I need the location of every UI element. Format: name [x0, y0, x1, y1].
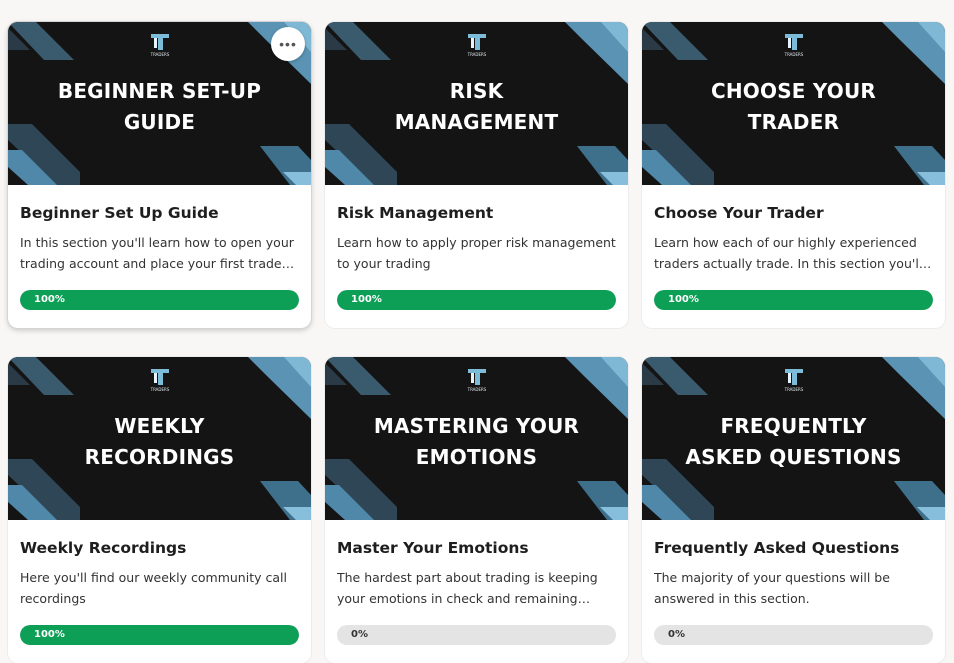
progress-bar: 100%	[337, 290, 616, 310]
course-banner[interactable]: TRADERS MASTERING YOUR EMOTIONS	[325, 357, 628, 520]
brand-logo-icon: TRADERS	[466, 34, 486, 57]
banner-title: RISK MANAGEMENT	[394, 79, 559, 134]
progress-bar: 0%	[654, 625, 933, 645]
course-description: Learn how each of our highly experienced…	[654, 235, 923, 271]
course-card[interactable]: TRADERS BEGINNER SET-UP GUIDE ••• Beginn…	[8, 22, 311, 328]
course-card[interactable]: TRADERS MASTERING YOUR EMOTIONS Master Y…	[325, 357, 628, 663]
banner-title: CHOOSE YOUR TRADER	[710, 79, 877, 134]
card-body: Weekly Recordings Here you'll find our w…	[8, 538, 311, 645]
progress-label: 100%	[668, 294, 699, 305]
brand-logo-text: TRADERS	[783, 387, 803, 392]
brand-logo-icon: TRADERS	[466, 369, 486, 392]
progress-label: 100%	[34, 629, 65, 640]
course-banner[interactable]: TRADERS BEGINNER SET-UP GUIDE •••	[8, 22, 311, 185]
course-title[interactable]: Weekly Recordings	[20, 538, 299, 558]
course-banner[interactable]: TRADERS WEEKLY RECORDINGS	[8, 357, 311, 520]
progress-bar: 0%	[337, 625, 616, 645]
progress-bar: 100%	[20, 290, 299, 310]
course-title[interactable]: Choose Your Trader	[654, 203, 933, 223]
brand-logo-icon: TRADERS	[149, 34, 169, 57]
course-title[interactable]: Beginner Set Up Guide	[20, 203, 299, 223]
progress-label: 100%	[34, 294, 65, 305]
banner-title: MASTERING YOUR EMOTIONS	[373, 414, 580, 469]
course-card[interactable]: TRADERS WEEKLY RECORDINGS Weekly Recordi…	[8, 357, 311, 663]
card-body: Beginner Set Up Guide In this section yo…	[8, 203, 311, 310]
brand-logo-text: TRADERS	[783, 52, 803, 57]
course-grid: TRADERS BEGINNER SET-UP GUIDE ••• Beginn…	[8, 22, 945, 663]
course-card[interactable]: TRADERS FREQUENTLY ASKED QUESTIONS Frequ…	[642, 357, 945, 663]
brand-logo-icon: TRADERS	[783, 34, 803, 57]
course-title[interactable]: Master Your Emotions	[337, 538, 616, 558]
brand-logo-text: TRADERS	[149, 387, 169, 392]
banner-title: FREQUENTLY ASKED QUESTIONS	[685, 414, 902, 469]
course-card[interactable]: TRADERS CHOOSE YOUR TRADER Choose Your T…	[642, 22, 945, 328]
course-title[interactable]: Risk Management	[337, 203, 616, 223]
course-description: Learn how to apply proper risk managemen…	[337, 235, 616, 271]
card-body: Choose Your Trader Learn how each of our…	[642, 203, 945, 310]
brand-logo-text: TRADERS	[149, 52, 169, 57]
card-body: Master Your Emotions The hardest part ab…	[325, 538, 628, 645]
course-description: Here you'll find our weekly community ca…	[20, 570, 287, 606]
course-description: The hardest part about trading is keepin…	[337, 570, 598, 606]
card-body: Frequently Asked Questions The majority …	[642, 538, 945, 645]
course-description: The majority of your questions will be a…	[654, 570, 890, 606]
progress-label: 100%	[351, 294, 382, 305]
brand-logo-text: TRADERS	[466, 52, 486, 57]
course-title[interactable]: Frequently Asked Questions	[654, 538, 933, 558]
course-card[interactable]: TRADERS RISK MANAGEMENT Risk Management …	[325, 22, 628, 328]
progress-label: 0%	[351, 629, 368, 640]
brand-logo-icon: TRADERS	[149, 369, 169, 392]
course-banner[interactable]: TRADERS FREQUENTLY ASKED QUESTIONS	[642, 357, 945, 520]
progress-bar: 100%	[20, 625, 299, 645]
brand-logo-text: TRADERS	[466, 387, 486, 392]
course-banner[interactable]: TRADERS CHOOSE YOUR TRADER	[642, 22, 945, 185]
more-options-button[interactable]: •••	[271, 27, 305, 61]
progress-bar: 100%	[654, 290, 933, 310]
course-description: In this section you'll learn how to open…	[20, 235, 294, 271]
brand-logo-icon: TRADERS	[783, 369, 803, 392]
card-body: Risk Management Learn how to apply prope…	[325, 203, 628, 310]
course-banner[interactable]: TRADERS RISK MANAGEMENT	[325, 22, 628, 185]
progress-label: 0%	[668, 629, 685, 640]
banner-title: BEGINNER SET-UP GUIDE	[57, 79, 262, 134]
banner-title: WEEKLY RECORDINGS	[84, 414, 235, 469]
